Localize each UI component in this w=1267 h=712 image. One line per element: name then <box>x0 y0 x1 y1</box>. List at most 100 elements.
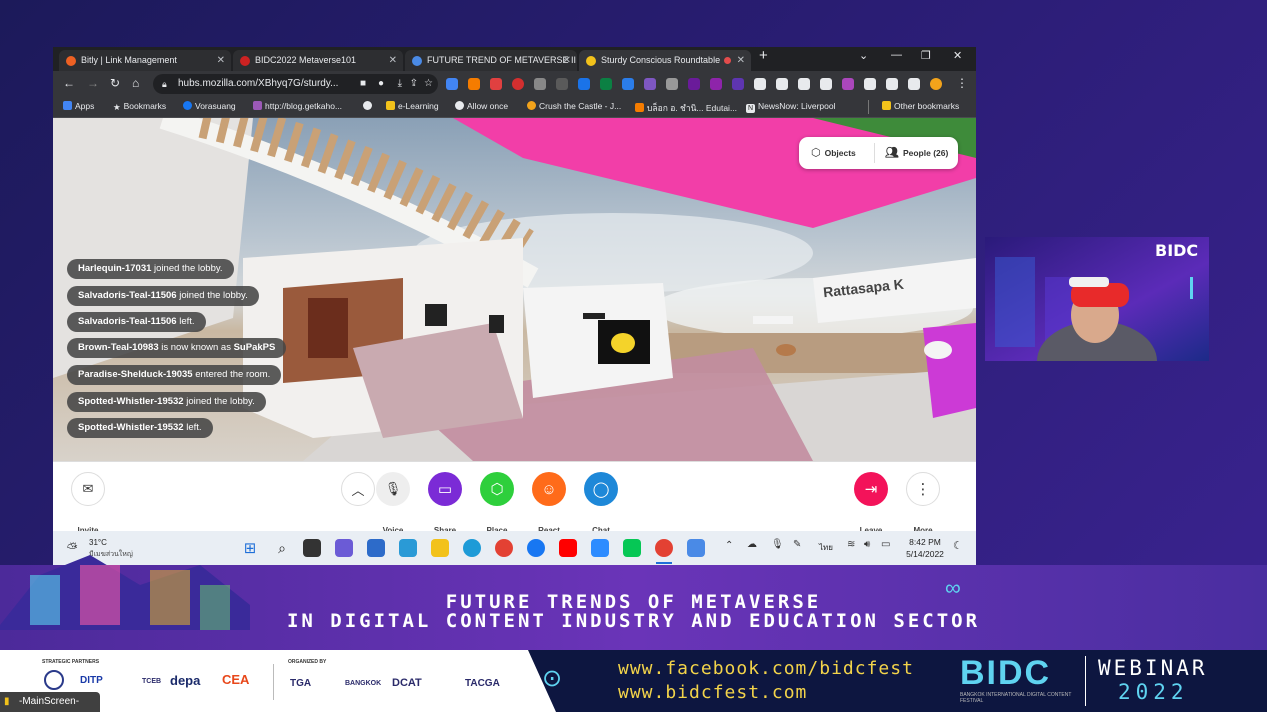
forward-icon[interactable]: → <box>87 76 99 90</box>
edge-icon[interactable] <box>463 539 481 557</box>
clock-time[interactable]: 8:42 PM <box>905 537 945 547</box>
bookmark-other[interactable]: Other bookmarks <box>882 101 959 111</box>
bookmark-apps[interactable]: Apps <box>63 101 94 111</box>
url-field[interactable]: 🔒︎ hubs.mozilla.com/XBhyq7G/sturdy... ■ … <box>153 74 438 94</box>
extension-icon[interactable] <box>468 78 480 90</box>
youtube-icon[interactable] <box>559 539 577 557</box>
tray-overflow-icon[interactable]: ⌃ <box>725 540 733 551</box>
extension-icon[interactable] <box>622 78 634 90</box>
close-tab-icon[interactable]: ✕ <box>563 50 571 71</box>
extension-icon[interactable] <box>556 78 568 90</box>
task-view-icon[interactable] <box>303 539 321 557</box>
bookmark-bookmarks[interactable]: ★ Bookmarks <box>113 101 166 112</box>
tab-search-icon[interactable]: ⌄ <box>859 49 868 62</box>
speaker-icon[interactable]: 🔊︎ <box>864 539 870 550</box>
home-icon[interactable]: ⌂ <box>132 76 139 90</box>
extension-icon[interactable] <box>534 78 546 90</box>
clock-date[interactable]: 5/14/2022 <box>903 549 947 559</box>
screen-share-label[interactable]: ▮ -MainScreen- <box>0 692 100 712</box>
tab-bitly[interactable]: Bitly | Link Management ✕ <box>59 50 231 71</box>
facebook-icon[interactable] <box>527 539 545 557</box>
pen-icon[interactable]: ✎ <box>793 539 801 550</box>
wifi-icon[interactable]: ≋ <box>847 539 855 550</box>
notepad-icon[interactable] <box>399 539 417 557</box>
teams-chat-icon[interactable] <box>335 539 353 557</box>
tray-mic-icon[interactable]: 🎙︎ <box>771 539 784 550</box>
tab-bidc2022[interactable]: BIDC2022 Metaverse101 ✕ <box>233 50 403 71</box>
close-tab-icon[interactable]: ✕ <box>737 50 745 71</box>
tab-hubs-room[interactable]: Sturdy Conscious Roundtable ✕ <box>579 50 751 71</box>
extension-icon[interactable] <box>600 78 612 90</box>
invite-button[interactable]: ✉ Invite <box>71 472 105 535</box>
extension-icon[interactable] <box>490 78 502 90</box>
close-tab-icon[interactable]: ✕ <box>389 50 397 71</box>
tab-future-trend[interactable]: FUTURE TREND OF METAVERSE II ✕ <box>405 50 577 71</box>
extension-icon[interactable] <box>446 78 458 90</box>
file-explorer-icon[interactable] <box>431 539 449 557</box>
hubs-3d-scene[interactable]: Rattasapa K Harlequin-17031 joined the l… <box>53 118 976 461</box>
reading-list-icon[interactable] <box>886 78 898 90</box>
extension-icon[interactable] <box>798 78 810 90</box>
extension-icon[interactable] <box>688 78 700 90</box>
expand-toolbar-button[interactable]: ︿ <box>341 472 375 506</box>
new-tab-icon[interactable]: + <box>759 47 768 64</box>
extension-icon[interactable] <box>776 78 788 90</box>
strategic-partners-label: STRATEGIC PARTNERS <box>42 659 100 665</box>
bookmark-vorasuang[interactable]: Vorasuang <box>183 101 236 111</box>
close-tab-icon[interactable]: ✕ <box>217 50 225 71</box>
castle-icon <box>527 101 536 110</box>
chrome-icon[interactable] <box>495 539 513 557</box>
extension-icon[interactable] <box>820 78 832 90</box>
extension-icon[interactable] <box>754 78 766 90</box>
url-text: hubs.mozilla.com/XBhyq7G/sturdy... <box>178 78 339 89</box>
reload-icon[interactable]: ↻ <box>110 76 120 90</box>
more-button[interactable]: ⋮ More <box>906 472 940 535</box>
share-page-icon[interactable]: ⇪ <box>410 74 418 94</box>
minimize-icon[interactable]: — <box>891 49 902 61</box>
chrome-menu-icon[interactable]: ⋮ <box>956 76 968 90</box>
extension-icon[interactable] <box>512 78 524 90</box>
bookmark-star-icon[interactable]: ☆ <box>424 74 433 94</box>
extensions-puzzle-icon[interactable] <box>864 78 876 90</box>
extension-icon[interactable] <box>578 78 590 90</box>
chat-button[interactable]: ◯ Chat <box>584 472 618 535</box>
onedrive-cloud-icon[interactable]: ☁ <box>747 539 757 550</box>
bookmark-blog[interactable]: http://blog.getkaho... <box>253 101 342 111</box>
objects-button[interactable]: ⬡ Objects <box>811 137 856 169</box>
react-button[interactable]: ☺ React <box>532 472 566 535</box>
bookmark-newsnow[interactable]: N NewsNow: Liverpool <box>746 101 835 113</box>
mic-icon[interactable]: ● <box>378 74 384 94</box>
folder-icon <box>386 101 395 110</box>
bookmark-allow-once[interactable]: Allow once <box>455 101 508 111</box>
search-icon[interactable]: ⌕ <box>273 539 291 557</box>
zoom-icon[interactable] <box>591 539 609 557</box>
extension-icon[interactable] <box>666 78 678 90</box>
bookmark-elearning[interactable]: e-Learning <box>386 101 439 111</box>
extension-icon[interactable] <box>710 78 722 90</box>
share-button[interactable]: ▭ Share <box>428 472 462 535</box>
install-icon[interactable]: ⤓ <box>398 74 402 94</box>
extension-icon[interactable] <box>644 78 656 90</box>
notification-moon-icon[interactable]: ☾ <box>953 539 963 552</box>
bookmark-blogger[interactable]: บล็อก อ. ชำนิ... Edutai... <box>635 101 737 115</box>
camera-icon[interactable]: ■ <box>360 74 366 94</box>
people-button[interactable]: 👥︎ People (26) <box>885 137 948 169</box>
extension-icon[interactable] <box>732 78 744 90</box>
side-panel-icon[interactable] <box>908 78 920 90</box>
photos-icon[interactable] <box>687 539 705 557</box>
restore-icon[interactable]: ❐ <box>921 49 931 62</box>
extension-icon[interactable] <box>842 78 854 90</box>
battery-icon[interactable]: ▭ <box>881 539 890 550</box>
voice-button[interactable]: 🎙︎ Voice <box>376 472 410 535</box>
profile-avatar-icon[interactable] <box>930 78 942 90</box>
line-icon[interactable] <box>623 539 641 557</box>
app-icon[interactable] <box>367 539 385 557</box>
bookmark-crush-castle[interactable]: Crush the Castle - J... <box>527 101 621 111</box>
bookmark-globe[interactable] <box>363 101 375 111</box>
leave-button[interactable]: ⇥ Leave <box>854 472 888 535</box>
back-icon[interactable]: ← <box>63 76 75 90</box>
place-button[interactable]: ⬡ Place <box>480 472 514 535</box>
chrome-active-icon[interactable] <box>655 539 673 557</box>
language-indicator[interactable]: ไทย <box>819 541 833 554</box>
close-window-icon[interactable]: ✕ <box>953 49 962 62</box>
